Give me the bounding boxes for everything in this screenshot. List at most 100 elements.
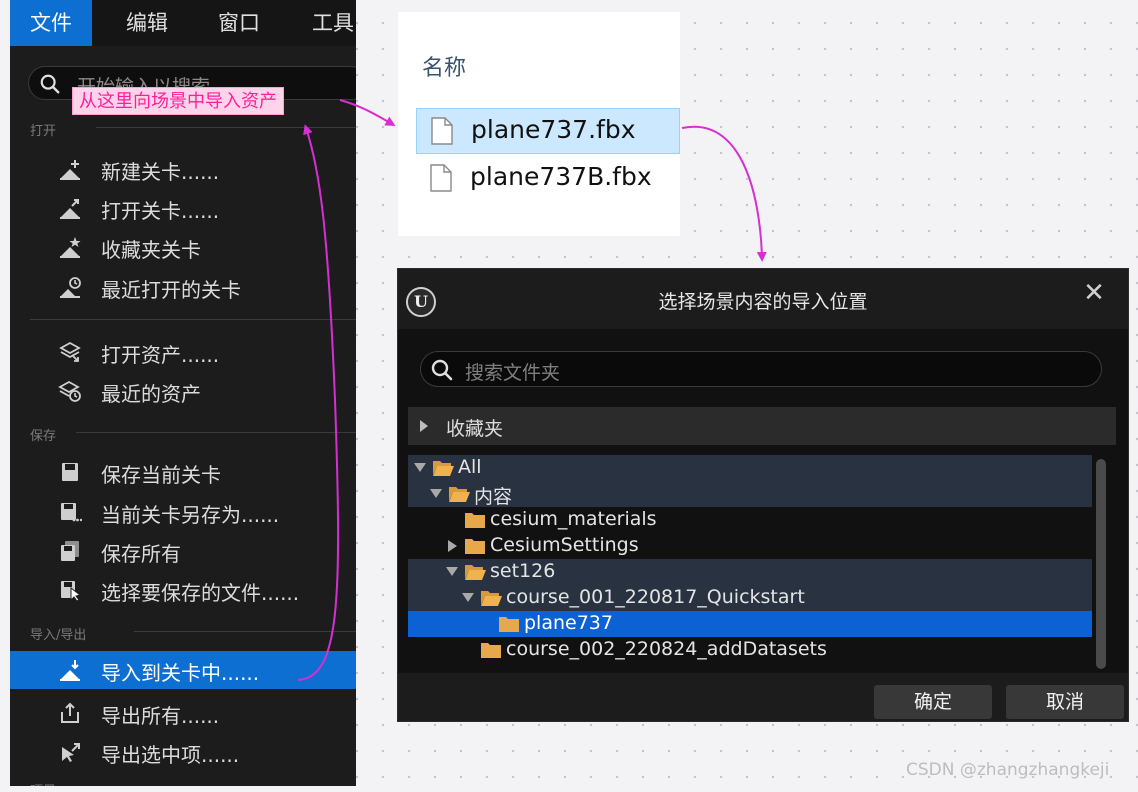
recent-level-icon bbox=[60, 277, 81, 298]
menu-item-label: 导入到关卡中...... bbox=[101, 661, 260, 685]
menu-item-label: 打开资产...... bbox=[101, 343, 220, 367]
tree-item-cesium-settings[interactable]: CesiumSettings bbox=[408, 533, 1092, 559]
annotation-callout: 从这里向场景中导入资产 bbox=[72, 87, 284, 115]
export-all-icon bbox=[61, 702, 79, 723]
folder-open-icon bbox=[481, 591, 502, 606]
import-location-dialog: U 选择场景内容的导入位置 ✕ 搜索文件夹 收藏夹 All 内容 cesium_… bbox=[397, 268, 1129, 722]
search-icon bbox=[431, 359, 453, 381]
search-icon bbox=[40, 74, 60, 94]
divider bbox=[96, 127, 356, 128]
tree-item-set126[interactable]: set126 bbox=[408, 559, 1092, 585]
tree-item-cesium-materials[interactable]: cesium_materials bbox=[408, 507, 1092, 533]
folder-search-input[interactable]: 搜索文件夹 bbox=[420, 351, 1102, 387]
tree-item-label: plane737 bbox=[524, 612, 613, 634]
menu-tools[interactable]: 工具 bbox=[292, 0, 356, 46]
menu-item-save-all[interactable]: 保存所有 bbox=[10, 532, 356, 570]
dialog-footer: 确定 取消 bbox=[398, 673, 1128, 721]
file-icon bbox=[430, 164, 452, 192]
menu-item-export-all[interactable]: 导出所有...... bbox=[10, 694, 356, 732]
folder-open-icon bbox=[449, 487, 470, 502]
menu-file[interactable]: 文件 bbox=[10, 0, 92, 46]
menu-item-save-level[interactable]: 保存当前关卡 bbox=[10, 453, 356, 491]
arrow-file-to-dialog bbox=[681, 125, 767, 262]
menu-item-label: 最近打开的关卡 bbox=[101, 278, 241, 302]
menu-item-label: 新建关卡...... bbox=[101, 160, 220, 184]
open-level-icon bbox=[60, 199, 80, 219]
chevron-down-icon[interactable] bbox=[446, 567, 458, 576]
folder-tree: All 内容 cesium_materials CesiumSettings s… bbox=[408, 455, 1116, 669]
save-all-icon bbox=[61, 541, 79, 561]
menu-item-label: 导出选中项...... bbox=[101, 743, 240, 767]
menubar: 文件 编辑 窗口 工具 bbox=[10, 0, 356, 46]
file-item[interactable]: plane737.fbx bbox=[416, 108, 680, 154]
dialog-title-bar[interactable]: U 选择场景内容的导入位置 ✕ bbox=[398, 269, 1128, 329]
chevron-down-icon[interactable] bbox=[414, 463, 426, 472]
section-import-export: 导入/导出 bbox=[30, 628, 87, 643]
section-open: 打开 bbox=[30, 124, 57, 139]
file-name: plane737B.fbx bbox=[470, 162, 652, 191]
divider bbox=[134, 631, 356, 632]
folder-icon bbox=[499, 617, 519, 632]
favorite-level-icon bbox=[60, 237, 81, 258]
tree-item-plane737[interactable]: plane737 bbox=[408, 611, 1092, 637]
chevron-down-icon[interactable] bbox=[462, 593, 474, 602]
folder-icon bbox=[481, 643, 501, 658]
search-placeholder: 搜索文件夹 bbox=[465, 362, 561, 384]
tree-item-label: CesiumSettings bbox=[490, 534, 639, 556]
folder-open-icon bbox=[465, 565, 486, 580]
export-selected-icon bbox=[62, 743, 80, 762]
folder-open-icon bbox=[433, 461, 454, 476]
tree-item-course-001[interactable]: course_001_220817_Quickstart bbox=[408, 585, 1092, 611]
menu-item-save-as[interactable]: 当前关卡另存为...... bbox=[10, 493, 356, 531]
menu-edit[interactable]: 编辑 bbox=[106, 0, 188, 46]
ok-button[interactable]: 确定 bbox=[874, 685, 992, 719]
watermark: CSDN @zhangzhangkeji bbox=[906, 760, 1110, 780]
tree-scrollbar[interactable] bbox=[1096, 459, 1106, 669]
tree-item-label: cesium_materials bbox=[490, 508, 657, 530]
file-name: plane737.fbx bbox=[471, 115, 636, 144]
menu-item-new-level[interactable]: 新建关卡...... bbox=[10, 150, 356, 188]
open-asset-icon bbox=[59, 341, 81, 362]
file-explorer-list: 名称 plane737.fbx plane737B.fbx bbox=[398, 12, 680, 236]
file-item[interactable]: plane737B.fbx bbox=[416, 156, 680, 202]
menu-item-favorite-level[interactable]: 收藏夹关卡 bbox=[10, 228, 356, 266]
menu-item-recent-asset[interactable]: 最近的资产 bbox=[10, 372, 356, 410]
menu-item-import-into-level[interactable]: 导入到关卡中...... bbox=[10, 651, 356, 689]
menu-item-export-selected[interactable]: 导出选中项...... bbox=[10, 733, 356, 771]
menu-item-label: 保存所有 bbox=[101, 542, 181, 566]
dialog-title: 选择场景内容的导入位置 bbox=[658, 291, 868, 313]
chevron-right-icon bbox=[420, 420, 428, 432]
menu-item-label: 收藏夹关卡 bbox=[101, 238, 201, 262]
chevron-right-icon[interactable] bbox=[448, 540, 457, 552]
favorites-label: 收藏夹 bbox=[446, 418, 504, 440]
menu-item-label: 打开关卡...... bbox=[101, 199, 220, 223]
tree-item-content[interactable]: 内容 bbox=[408, 481, 1092, 508]
menu-item-open-level[interactable]: 打开关卡...... bbox=[10, 189, 356, 227]
tree-item-course-002[interactable]: course_002_220824_addDatasets bbox=[408, 637, 1092, 663]
close-icon[interactable]: ✕ bbox=[1082, 280, 1106, 306]
menu-item-choose-files[interactable]: 选择要保存的文件...... bbox=[10, 571, 356, 609]
divider bbox=[30, 319, 356, 320]
chevron-down-icon[interactable] bbox=[430, 489, 442, 498]
choose-files-icon bbox=[61, 581, 82, 601]
menu-item-label: 保存当前关卡 bbox=[101, 463, 221, 487]
tree-item-label: All bbox=[458, 456, 482, 478]
new-level-icon bbox=[60, 160, 80, 180]
tree-item-label: course_001_220817_Quickstart bbox=[506, 586, 805, 608]
save-icon bbox=[62, 463, 78, 481]
save-as-icon bbox=[61, 503, 82, 522]
tree-item-label: set126 bbox=[490, 560, 556, 582]
menu-item-label: 最近的资产 bbox=[101, 382, 201, 406]
section-save: 保存 bbox=[30, 429, 57, 444]
menu-window[interactable]: 窗口 bbox=[198, 0, 280, 46]
menu-item-recent-level[interactable]: 最近打开的关卡 bbox=[10, 268, 356, 306]
file-menu-panel: 文件 编辑 窗口 工具 开始输入以搜索 打开 新建关卡...... 打开关卡..… bbox=[10, 0, 356, 786]
menu-item-open-asset[interactable]: 打开资产...... bbox=[10, 333, 356, 371]
tree-item-all[interactable]: All bbox=[408, 455, 1092, 481]
section-more: 项目 bbox=[30, 780, 56, 786]
cancel-button[interactable]: 取消 bbox=[1006, 685, 1124, 719]
folder-icon bbox=[465, 539, 485, 554]
tree-item-label: course_002_220824_addDatasets bbox=[506, 638, 827, 660]
favorites-section[interactable]: 收藏夹 bbox=[408, 407, 1116, 445]
column-header-name[interactable]: 名称 bbox=[422, 50, 466, 82]
